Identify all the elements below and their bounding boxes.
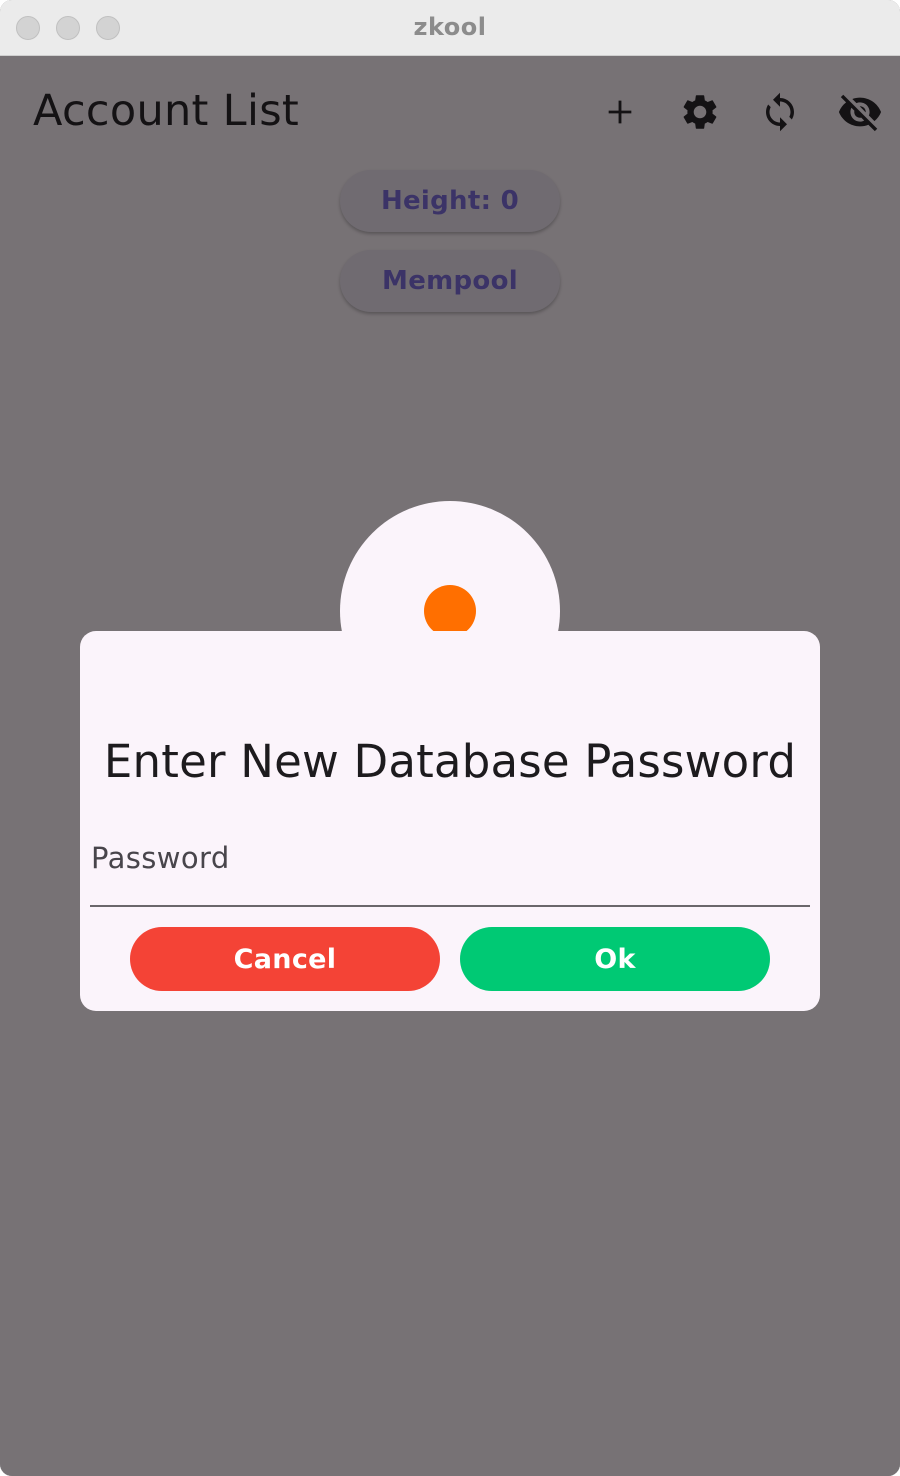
sync-icon: [766, 92, 794, 132]
page-title: Account List: [33, 86, 300, 136]
hide-balance-button[interactable]: [836, 88, 884, 136]
height-button[interactable]: Height: 0: [340, 170, 560, 232]
dialog-title: Enter New Database Password: [103, 735, 797, 788]
app-window: zkool Account List Height: 0 Mempool Ent…: [0, 0, 900, 1476]
ok-button[interactable]: Ok: [460, 927, 770, 991]
password-field-label: Password: [91, 841, 230, 875]
password-dialog: Enter New Database Password Password Can…: [80, 631, 820, 1011]
window-title: zkool: [413, 13, 487, 41]
settings-icon: [683, 95, 717, 129]
app-content: Account List Height: 0 Mempool Enter New…: [0, 56, 900, 1476]
password-field[interactable]: Password: [90, 831, 810, 907]
settings-button[interactable]: [676, 88, 724, 136]
status-dot-icon: [424, 585, 476, 637]
add-icon: [608, 100, 632, 124]
window-titlebar: zkool: [0, 0, 900, 56]
sync-button[interactable]: [756, 88, 804, 136]
visibility-off-icon: [838, 94, 882, 132]
cancel-button[interactable]: Cancel: [130, 927, 440, 991]
add-account-button[interactable]: [596, 88, 644, 136]
mempool-button[interactable]: Mempool: [340, 250, 560, 312]
